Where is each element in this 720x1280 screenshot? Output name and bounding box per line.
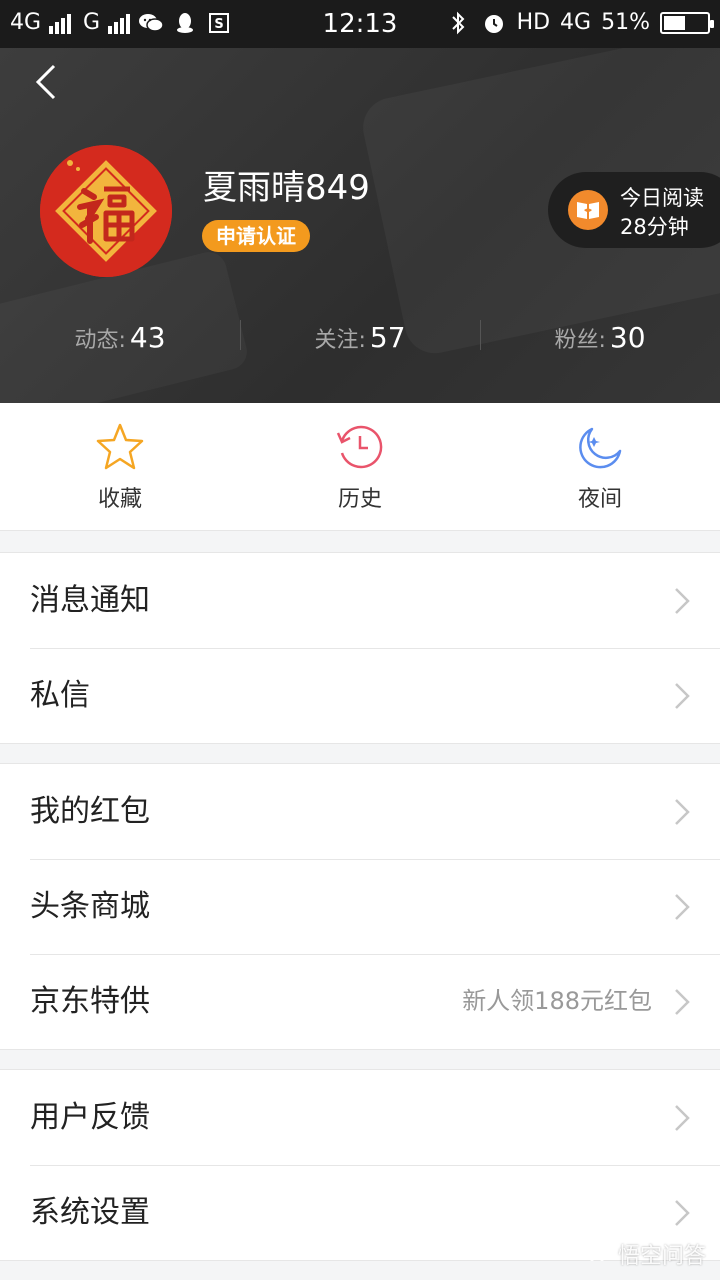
battery-icon [660, 11, 714, 34]
menu-item-label: 用户反馈 [30, 1100, 150, 1135]
watermark-text: 悟空问答 [617, 1244, 706, 1269]
history-button[interactable]: 历史 [240, 403, 480, 530]
menu-item-promo-text: 新人领188元红包 [462, 987, 652, 1015]
night-mode-button[interactable]: 夜间 [480, 403, 720, 530]
chevron-right-icon [675, 799, 690, 825]
menu-item-label: 京东特供 [30, 984, 150, 1019]
menu-item-feedback[interactable]: 用户反馈 [0, 1070, 720, 1165]
menu-item-label: 私信 [30, 678, 90, 713]
stat-label: 动态: [74, 328, 126, 353]
moon-icon [579, 427, 622, 469]
chevron-right-icon [675, 989, 690, 1015]
profile-header: 夏雨晴849 申请认证 今日阅读 28分钟 动态: 43 关注: 57 粉丝: 30 [0, 48, 720, 403]
history-label: 历史 [337, 487, 382, 512]
stat-value: 57 [369, 321, 406, 354]
today-reading-badge[interactable]: 今日阅读 28分钟 [548, 172, 720, 248]
stat-followers[interactable]: 粉丝: 30 [480, 316, 720, 360]
chevron-right-icon [675, 1105, 690, 1131]
back-arrow-icon [35, 64, 56, 100]
menu-item-red-packets[interactable]: 我的红包 [0, 764, 720, 859]
menu-item-notifications[interactable]: 消息通知 [0, 553, 720, 648]
watermark: 悟空问答 [582, 1238, 706, 1270]
star-icon [96, 423, 144, 470]
reading-duration: 28分钟 [620, 215, 689, 239]
hd-label: HD [516, 10, 551, 35]
menu-item-private-messages[interactable]: 私信 [0, 648, 720, 743]
stat-label: 关注: [314, 328, 366, 353]
stat-value: 43 [129, 321, 166, 354]
fu-character-icon [40, 145, 172, 277]
menu-group-shopping: 我的红包 头条商城 京东特供 新人领188元红包 [0, 763, 720, 1050]
stat-value: 30 [609, 321, 646, 354]
menu-item-label: 头条商城 [30, 889, 150, 924]
favorites-label: 收藏 [97, 487, 142, 512]
history-clock-icon [336, 425, 383, 469]
chevron-right-icon [675, 894, 690, 920]
network-type-3: 4G [560, 10, 592, 35]
apply-verification-button[interactable]: 申请认证 [202, 220, 310, 252]
menu-item-jd-special[interactable]: 京东特供 新人领188元红包 [0, 954, 720, 1049]
battery-percent: 51% [601, 10, 650, 35]
username: 夏雨晴849 [203, 168, 370, 208]
reading-label: 今日阅读 [620, 186, 704, 210]
stat-posts[interactable]: 动态: 43 [0, 316, 240, 360]
menu-item-label: 我的红包 [30, 794, 150, 829]
bluetooth-icon [445, 11, 471, 34]
stat-label: 粉丝: [554, 328, 606, 353]
back-button[interactable] [28, 62, 68, 102]
chevron-right-icon [675, 1200, 690, 1226]
alarm-icon [481, 12, 507, 34]
menu-item-mall[interactable]: 头条商城 [0, 859, 720, 954]
wukong-logo-icon [584, 1248, 610, 1261]
quick-actions: 收藏 历史 夜间 [0, 403, 720, 531]
reading-book-icon [568, 190, 608, 230]
menu-group-settings: 用户反馈 系统设置 [0, 1069, 720, 1261]
avatar[interactable] [40, 145, 172, 277]
status-bar: 4G G S 12:13 HD 4G 51% [0, 0, 720, 48]
menu-item-label: 系统设置 [30, 1195, 150, 1230]
menu-item-label: 消息通知 [30, 583, 150, 618]
menu-group-messages: 消息通知 私信 [0, 552, 720, 744]
stat-following[interactable]: 关注: 57 [240, 316, 480, 360]
chevron-right-icon [675, 588, 690, 614]
favorites-button[interactable]: 收藏 [0, 403, 240, 530]
profile-stats: 动态: 43 关注: 57 粉丝: 30 [0, 316, 720, 360]
night-mode-label: 夜间 [577, 487, 622, 512]
chevron-right-icon [675, 683, 690, 709]
